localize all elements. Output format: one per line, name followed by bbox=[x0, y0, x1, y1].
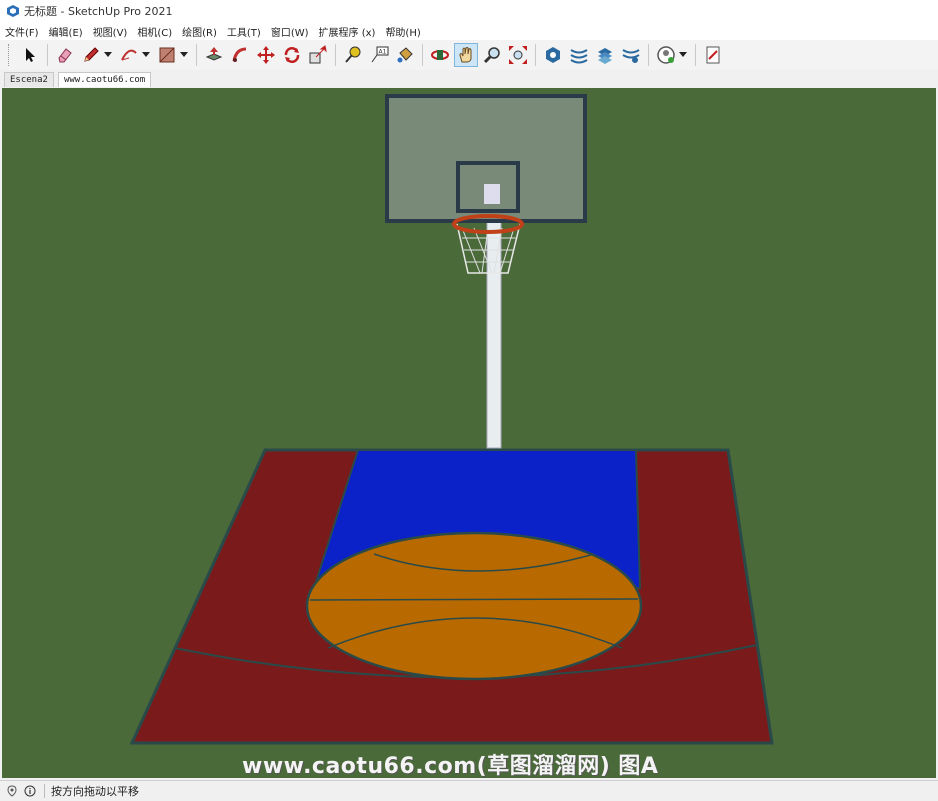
scene-tab-bar: Escena2 www.caotu66.com bbox=[0, 70, 938, 87]
extension-manager-icon[interactable] bbox=[619, 43, 643, 67]
eraser-icon[interactable] bbox=[53, 43, 77, 67]
toolbar-separator bbox=[422, 44, 423, 66]
tape-measure-icon[interactable] bbox=[341, 43, 365, 67]
status-divider bbox=[44, 784, 45, 798]
account-icon[interactable] bbox=[654, 43, 678, 67]
menu-extensions[interactable]: 扩展程序 (x) bbox=[314, 24, 381, 39]
zoom-extents-icon[interactable] bbox=[506, 43, 530, 67]
scene-tab-caotu66[interactable]: www.caotu66.com bbox=[57, 72, 152, 87]
menu-edit[interactable]: 编辑(E) bbox=[44, 24, 88, 39]
menu-window[interactable]: 窗口(W) bbox=[266, 24, 314, 39]
title-bar: 无标题 - SketchUp Pro 2021 bbox=[0, 0, 938, 22]
send-to-layout-icon[interactable] bbox=[701, 43, 725, 67]
rim-bracket bbox=[484, 184, 500, 204]
info-icon[interactable] bbox=[24, 785, 36, 797]
sketchup-app-icon bbox=[7, 5, 19, 17]
svg-text:A1: A1 bbox=[379, 49, 387, 56]
extension-warehouse-icon[interactable] bbox=[567, 43, 591, 67]
pan-icon[interactable] bbox=[454, 43, 478, 67]
push-pull-icon[interactable] bbox=[202, 43, 226, 67]
arc-dropdown-icon[interactable] bbox=[142, 43, 150, 67]
text-icon[interactable]: A1 bbox=[367, 43, 391, 67]
account-dropdown-icon[interactable] bbox=[679, 43, 687, 67]
select-icon[interactable] bbox=[18, 43, 42, 67]
toolbar-separator bbox=[196, 44, 197, 66]
watermark-text: www.caotu66.com(草图溜溜网) 图A bbox=[242, 754, 659, 778]
move-icon[interactable] bbox=[254, 43, 278, 67]
orbit-icon[interactable] bbox=[428, 43, 452, 67]
arc-icon[interactable] bbox=[117, 43, 141, 67]
rectangle-icon[interactable] bbox=[155, 43, 179, 67]
pencil-icon[interactable] bbox=[79, 43, 103, 67]
zoom-icon[interactable] bbox=[480, 43, 504, 67]
pencil-dropdown-icon[interactable] bbox=[104, 43, 112, 67]
basketball-court-scene bbox=[129, 94, 774, 745]
paint-bucket-icon[interactable] bbox=[393, 43, 417, 67]
menu-bar: 文件(F) 编辑(E) 视图(V) 相机(C) 绘图(R) 工具(T) 窗口(W… bbox=[0, 22, 938, 40]
menu-view[interactable]: 视图(V) bbox=[88, 24, 133, 39]
toolbar-separator bbox=[695, 44, 696, 66]
menu-file[interactable]: 文件(F) bbox=[0, 24, 44, 39]
menu-tools[interactable]: 工具(T) bbox=[222, 24, 266, 39]
rectangle-dropdown-icon[interactable] bbox=[180, 43, 188, 67]
main-toolbar: A1 bbox=[0, 40, 938, 71]
follow-me-icon[interactable] bbox=[228, 43, 252, 67]
warehouse-icon[interactable] bbox=[541, 43, 565, 67]
circle-line-mid bbox=[309, 598, 639, 601]
scale-icon[interactable] bbox=[306, 43, 330, 67]
menu-help[interactable]: 帮助(H) bbox=[380, 24, 425, 39]
toolbar-grip[interactable] bbox=[8, 44, 13, 66]
rotate-icon[interactable] bbox=[280, 43, 304, 67]
toolbar-separator bbox=[47, 44, 48, 66]
menu-draw[interactable]: 绘图(R) bbox=[177, 24, 222, 39]
toolbar-separator bbox=[535, 44, 536, 66]
window-title: 无标题 - SketchUp Pro 2021 bbox=[24, 5, 173, 18]
toolbar-separator bbox=[648, 44, 649, 66]
geo-location-icon[interactable] bbox=[6, 785, 18, 797]
menu-camera[interactable]: 相机(C) bbox=[132, 24, 177, 39]
status-message: 按方向拖动以平移 bbox=[51, 785, 139, 798]
scene-tab-escena2[interactable]: Escena2 bbox=[4, 72, 54, 87]
model-viewport[interactable]: www.caotu66.com(草图溜溜网) 图A bbox=[2, 88, 936, 778]
status-bar: 按方向拖动以平移 bbox=[0, 780, 938, 801]
layout-icon[interactable] bbox=[593, 43, 617, 67]
toolbar-separator bbox=[335, 44, 336, 66]
